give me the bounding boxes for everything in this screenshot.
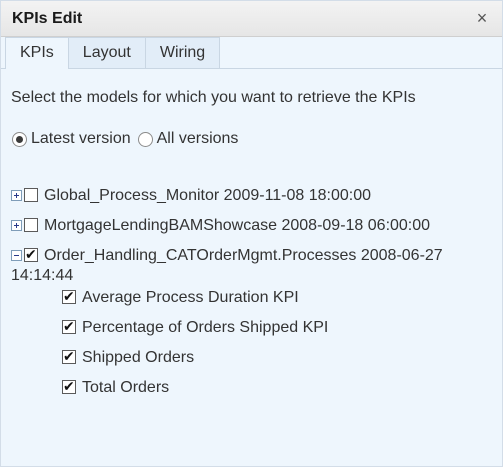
kpi-checkbox[interactable] (62, 317, 76, 337)
model-checkbox[interactable] (24, 218, 38, 232)
instruction-text: Select the models for which you want to … (11, 89, 416, 106)
title-bar: KPIs Edit × (1, 1, 502, 37)
tab-kpis[interactable]: KPIs (5, 37, 69, 69)
collapse-minus-icon[interactable] (11, 250, 22, 261)
tab-layout[interactable]: Layout (67, 37, 146, 68)
dialog-title: KPIs Edit (12, 9, 83, 27)
kpi-item: Percentage of Orders Shipped KPI (62, 317, 502, 338)
kpis-panel: Select the models for which you want to … (1, 89, 502, 398)
all-versions-radio[interactable] (137, 131, 153, 147)
model-checkbox[interactable] (24, 188, 38, 202)
kpi-checkbox[interactable] (62, 377, 76, 397)
models-tree: Global_Process_Monitor 2009-11-08 18:00:… (11, 186, 502, 398)
kpi-checkbox[interactable] (62, 287, 76, 307)
all-versions-option[interactable]: All versions (137, 130, 239, 148)
expand-plus-icon[interactable] (11, 220, 22, 231)
kpi-item: Total Orders (62, 377, 502, 398)
latest-version-radio[interactable] (12, 131, 27, 147)
version-radio-group: Latest version All versions (11, 130, 502, 148)
model-checkbox[interactable] (24, 245, 38, 265)
latest-version-option[interactable]: Latest version (11, 130, 131, 148)
kpi-list: Average Process Duration KPI Percentage … (11, 287, 502, 398)
model-label: MortgageLendingBAMShowcase 2008-09-18 06… (44, 217, 431, 234)
kpi-checkbox[interactable] (62, 347, 76, 367)
kpi-label: Percentage of Orders Shipped KPI (82, 319, 329, 336)
model-label: Global_Process_Monitor 2009-11-08 18:00:… (44, 187, 372, 204)
kpi-label: Average Process Duration KPI (82, 289, 299, 306)
all-versions-label: All versions (156, 130, 239, 147)
tree-node-mortgage-lending: MortgageLendingBAMShowcase 2008-09-18 06… (11, 216, 502, 236)
tree-node-order-handling: Order_Handling_CATOrderMgmt.Processes 20… (11, 245, 502, 398)
close-icon[interactable]: × (472, 8, 492, 29)
expand-plus-icon[interactable] (11, 190, 22, 201)
tree-node-global-process-monitor: Global_Process_Monitor 2009-11-08 18:00:… (11, 186, 502, 206)
kpi-item: Average Process Duration KPI (62, 287, 502, 308)
kpi-label: Total Orders (82, 379, 170, 396)
kpi-label: Shipped Orders (82, 349, 195, 366)
tab-wiring[interactable]: Wiring (144, 37, 221, 68)
latest-version-label: Latest version (31, 130, 131, 147)
kpi-item: Shipped Orders (62, 347, 502, 368)
kpis-edit-dialog: KPIs Edit × KPIs Layout Wiring Select th… (0, 0, 503, 467)
model-label: Order_Handling_CATOrderMgmt.Processes 20… (11, 247, 443, 284)
tab-bar: KPIs Layout Wiring (1, 37, 502, 69)
